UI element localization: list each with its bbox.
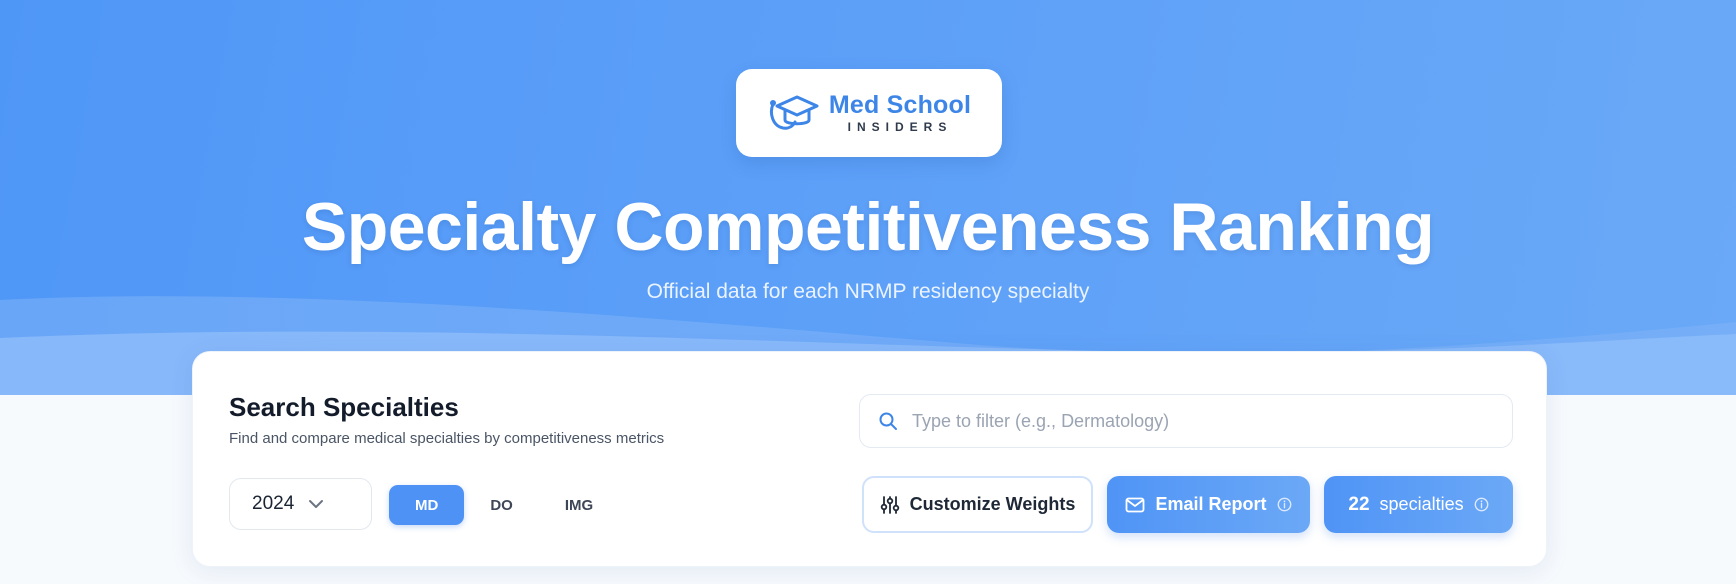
search-specialties-card: Search Specialties Find and compare medi… [192, 351, 1547, 567]
year-select[interactable]: 2024 [229, 478, 372, 530]
year-select-value: 2024 [252, 493, 295, 514]
brand-name-main: Med School [828, 91, 972, 119]
customize-weights-label: Customize Weights [909, 494, 1076, 514]
email-report-button[interactable]: Email Report [1107, 476, 1310, 533]
search-input[interactable] [912, 410, 1472, 432]
sliders-icon [880, 495, 900, 515]
info-icon[interactable] [1474, 497, 1489, 512]
specialty-count-button[interactable]: 22 specialties [1324, 476, 1513, 533]
chevron-down-icon [308, 499, 324, 509]
search-icon [878, 411, 898, 431]
hero-banner: Med School INSIDERS Specialty Competitiv… [0, 0, 1736, 395]
page-title: Specialty Competitiveness Ranking [301, 189, 1435, 265]
email-report-label: Email Report [1155, 494, 1267, 514]
specialty-count-label: specialties [1379, 494, 1464, 514]
specialty-count-number: 22 [1348, 493, 1370, 515]
applicant-type-img[interactable]: IMG [539, 485, 619, 525]
applicant-type-toggle: MD DO IMG [389, 483, 779, 527]
page-subtitle: Official data for each NRMP residency sp… [646, 280, 1090, 303]
mail-icon [1125, 497, 1145, 513]
brand-wordmark: Med School INSIDERS [828, 91, 972, 134]
search-field[interactable] [859, 394, 1513, 448]
card-description: Find and compare medical specialties by … [229, 430, 665, 447]
applicant-type-do[interactable]: DO [464, 485, 539, 525]
customize-weights-button[interactable]: Customize Weights [862, 476, 1093, 533]
graduation-cap-stethoscope-icon [767, 92, 819, 134]
brand-logo[interactable]: Med School INSIDERS [736, 69, 1002, 157]
applicant-type-md[interactable]: MD [389, 485, 465, 525]
card-title: Search Specialties [229, 392, 459, 422]
brand-name-sub: INSIDERS [847, 120, 953, 134]
info-icon[interactable] [1277, 497, 1292, 512]
